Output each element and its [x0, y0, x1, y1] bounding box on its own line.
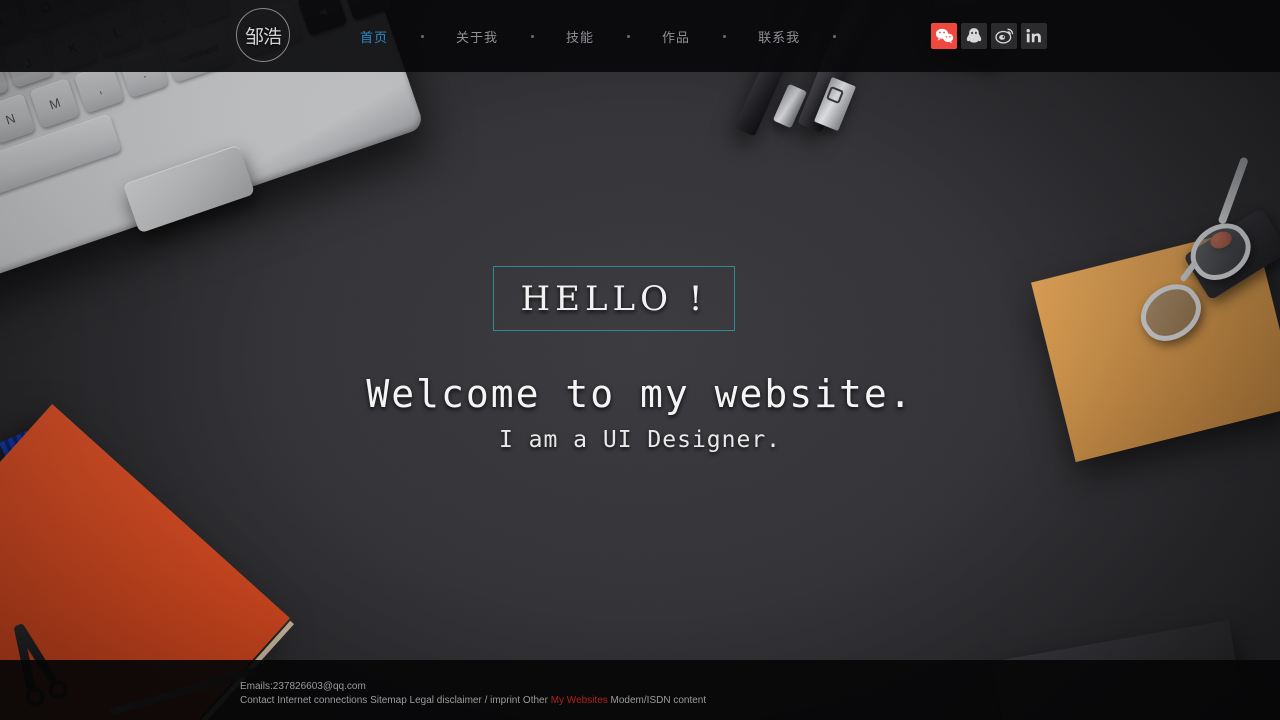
page-stage: 6 7 8 9 0 - = Y U I O P [ ] G H J K L ; …	[0, 0, 1280, 720]
footer-links: Contact Internet connections Sitemap Leg…	[240, 695, 706, 706]
hello-badge-text: HELLO !	[520, 278, 708, 319]
footer-links-suffix[interactable]: Modem/ISDN content	[608, 695, 707, 706]
nav-item-works[interactable]: 作品	[660, 27, 692, 46]
nav-separator-dot	[531, 34, 535, 38]
hello-badge: HELLO !	[493, 266, 735, 331]
weibo-icon[interactable]	[991, 23, 1017, 49]
site-header: 邹浩 首页 关于我 技能 作品 联系我	[0, 0, 1280, 72]
social-links	[931, 23, 1047, 49]
nav-separator-dot	[627, 34, 631, 38]
main-navigation: 首页 关于我 技能 作品 联系我	[358, 0, 837, 72]
footer-links-prefix[interactable]: Contact Internet connections Sitemap Leg…	[240, 695, 551, 706]
site-footer: Emails:237826603@qq.com Contact Internet…	[0, 660, 1280, 720]
nav-separator-dot	[421, 34, 425, 38]
site-logo[interactable]: 邹浩	[236, 8, 290, 62]
wechat-icon[interactable]	[931, 23, 957, 49]
nav-item-about[interactable]: 关于我	[454, 27, 500, 46]
nav-item-contact[interactable]: 联系我	[756, 27, 802, 46]
glasses-temple	[1217, 156, 1249, 225]
linkedin-icon[interactable]	[1021, 23, 1047, 49]
logo-text: 邹浩	[244, 25, 282, 48]
footer-email[interactable]: Emails:237826603@qq.com	[240, 681, 366, 692]
nav-separator-dot	[833, 34, 837, 38]
glasses-lens-right	[1180, 212, 1262, 291]
qq-icon[interactable]	[961, 23, 987, 49]
nav-item-home[interactable]: 首页	[358, 27, 390, 46]
footer-my-websites-link[interactable]: My Websites	[551, 695, 608, 706]
nav-item-skills[interactable]: 技能	[564, 27, 596, 46]
nav-separator-dot	[723, 34, 727, 38]
